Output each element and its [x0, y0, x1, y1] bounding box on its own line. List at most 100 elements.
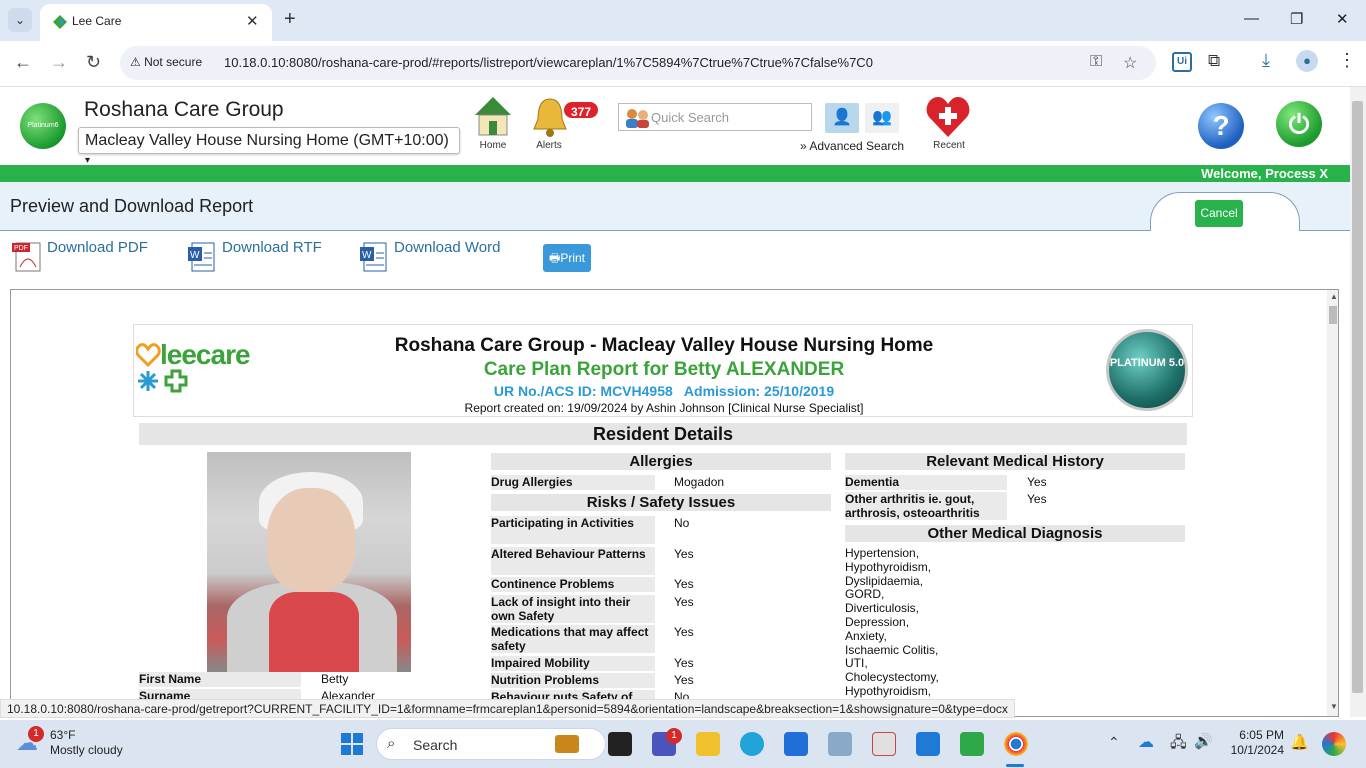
- subheader: Preview and Download Report Cancel: [0, 182, 1350, 231]
- bookmark-star-icon[interactable]: ☆: [1123, 53, 1137, 73]
- page-title: Preview and Download Report: [10, 196, 254, 216]
- report-id-line: UR No./ACS ID: MCVH4958 Admission: 25/10…: [493, 383, 835, 399]
- pdf-icon[interactable]: PDF: [12, 241, 42, 273]
- frame-scroll-thumb[interactable]: [1329, 306, 1337, 324]
- svg-text:PDF: PDF: [14, 245, 28, 252]
- monitor-icon[interactable]: [828, 732, 852, 756]
- not-secure-indicator[interactable]: ⚠ Not secure: [130, 55, 202, 69]
- weather-badge: 1: [28, 726, 44, 742]
- history-value: Yes: [1027, 492, 1047, 506]
- profile-avatar-icon[interactable]: ●: [1296, 50, 1318, 72]
- file-explorer-icon[interactable]: [696, 732, 720, 756]
- extension-ui-icon[interactable]: Ui: [1172, 52, 1192, 72]
- notification-bell-icon[interactable]: 🔔: [1290, 733, 1309, 751]
- restore-icon[interactable]: ❐: [1290, 10, 1303, 28]
- snipping-tool-icon[interactable]: [872, 732, 896, 756]
- risk-label: Continence Problems: [491, 577, 655, 592]
- word-icon[interactable]: W: [358, 241, 388, 273]
- resident-photo: [207, 452, 411, 672]
- network-icon[interactable]: 🖧: [1170, 732, 1187, 757]
- history-label: Other arthritis ie. gout, arthrosis, ost…: [845, 492, 1007, 520]
- notepad-icon[interactable]: [784, 732, 808, 756]
- recent-label[interactable]: Recent: [924, 140, 974, 151]
- download-pdf-link[interactable]: Download PDF: [47, 239, 148, 256]
- diagnosis-item: Hypertension,: [845, 546, 920, 560]
- download-icon[interactable]: ⤓: [1262, 50, 1270, 71]
- alerts-count-badge[interactable]: 377: [562, 100, 600, 120]
- download-word-link[interactable]: Download Word: [394, 239, 500, 256]
- teams-badge: 1: [666, 728, 682, 744]
- tab-title: Lee Care: [72, 14, 122, 28]
- frame-scrollbar[interactable]: ▲ ▼: [1327, 290, 1338, 716]
- print-button[interactable]: 🖶Print: [543, 244, 591, 272]
- volume-icon[interactable]: 🔊: [1194, 732, 1213, 750]
- scroll-down-icon[interactable]: ▼: [1330, 702, 1338, 711]
- home-icon[interactable]: [471, 95, 515, 139]
- system-clock[interactable]: 6:05 PM 10/1/2024: [1224, 728, 1284, 758]
- key-icon[interactable]: ⚿: [1090, 53, 1102, 71]
- advanced-search-link[interactable]: » Advanced Search: [800, 139, 904, 153]
- alerts-label[interactable]: Alerts: [524, 140, 574, 151]
- history-value: Yes: [1027, 475, 1047, 489]
- taskbar-search[interactable]: ⌕ Search: [376, 728, 606, 760]
- recent-heart-icon[interactable]: [925, 95, 971, 139]
- windows-start-icon[interactable]: [340, 732, 364, 756]
- first-name-label: First Name: [139, 672, 301, 687]
- risk-value: Yes: [674, 595, 694, 609]
- weather-temp: 63°F: [50, 728, 76, 742]
- scroll-up-icon[interactable]: ▲: [1330, 292, 1338, 301]
- platinum-logo[interactable]: Platinum6: [20, 103, 66, 149]
- risk-label: Nutrition Problems: [491, 673, 655, 688]
- new-tab-icon[interactable]: +: [284, 8, 296, 31]
- omnibox[interactable]: ⚠ Not secure 10.18.0.10:8080/roshana-car…: [120, 46, 1156, 80]
- close-window-icon[interactable]: ✕: [1336, 10, 1349, 28]
- copilot-icon[interactable]: [1322, 732, 1346, 756]
- page-scrollbar[interactable]: [1350, 87, 1366, 717]
- extensions-puzzle-icon[interactable]: ⧉: [1208, 51, 1220, 71]
- home-label[interactable]: Home: [468, 140, 518, 151]
- browser-tab[interactable]: Lee Care ✕: [40, 4, 272, 41]
- address-bar-row: ← → ↻ ⚠ Not secure 10.18.0.10:8080/rosha…: [0, 41, 1366, 87]
- people-search-icon: [626, 109, 649, 128]
- tab-search-button[interactable]: ⌄: [8, 8, 32, 32]
- help-icon[interactable]: ?: [1198, 103, 1244, 149]
- print-label: Print: [560, 251, 585, 265]
- advanced-search-person-icon[interactable]: 👤: [825, 103, 859, 133]
- facility-select[interactable]: Macleay Valley House Nursing Home (GMT+1…: [78, 127, 460, 166]
- risk-value: Yes: [674, 673, 694, 687]
- photo-shirt: [269, 592, 359, 672]
- task-view-icon[interactable]: [608, 732, 632, 756]
- edge-icon[interactable]: [740, 732, 764, 756]
- url-text[interactable]: 10.18.0.10:8080/roshana-care-prod/#repor…: [224, 55, 873, 70]
- cancel-button[interactable]: Cancel: [1195, 200, 1243, 227]
- app-s-icon[interactable]: [916, 732, 940, 756]
- windows-taskbar: ☁ 1 63°F Mostly cloudy ⌕ Search 1 ⌃ ☁ 🖧 …: [0, 720, 1366, 768]
- browser-menu-icon[interactable]: ⋮: [1338, 50, 1356, 71]
- tab-close-icon[interactable]: ✕: [246, 12, 259, 30]
- tray-chevron-icon[interactable]: ⌃: [1108, 734, 1120, 751]
- minimize-icon[interactable]: —: [1244, 10, 1259, 27]
- diagnosis-item: Dyslipidaemia,: [845, 573, 924, 588]
- onedrive-icon[interactable]: ☁: [1138, 732, 1154, 752]
- report-header: leecare Roshana Care Group - Macleay Val…: [133, 324, 1193, 417]
- diagnosis-item: Hypothyroidism,: [845, 683, 932, 698]
- page-scroll-thumb[interactable]: [1352, 101, 1363, 693]
- back-icon[interactable]: ←: [14, 52, 32, 73]
- quick-search-input[interactable]: [651, 107, 809, 127]
- section-title: Resident Details: [139, 423, 1187, 445]
- download-rtf-link[interactable]: Download RTF: [222, 239, 322, 256]
- chrome-icon[interactable]: [1004, 732, 1028, 756]
- risk-value: Yes: [674, 547, 694, 561]
- media-player-icon[interactable]: [960, 732, 984, 756]
- report-preview-frame[interactable]: leecare Roshana Care Group - Macleay Val…: [10, 289, 1339, 717]
- advanced-search-group-icon[interactable]: 👥: [865, 103, 899, 133]
- weather-widget[interactable]: 63°F Mostly cloudy: [50, 728, 123, 758]
- diagnosis-item: Ischaemic Colitis,: [845, 642, 939, 657]
- quick-search-box[interactable]: [618, 103, 812, 131]
- search-icon: ⌕: [387, 735, 396, 752]
- forward-icon[interactable]: →: [50, 52, 68, 73]
- report-plan-line: Care Plan Report for Betty ALEXANDER: [483, 359, 845, 380]
- reload-icon[interactable]: ↻: [86, 52, 101, 73]
- logout-power-icon[interactable]: ⏻: [1276, 101, 1322, 147]
- rtf-icon[interactable]: W: [186, 241, 216, 273]
